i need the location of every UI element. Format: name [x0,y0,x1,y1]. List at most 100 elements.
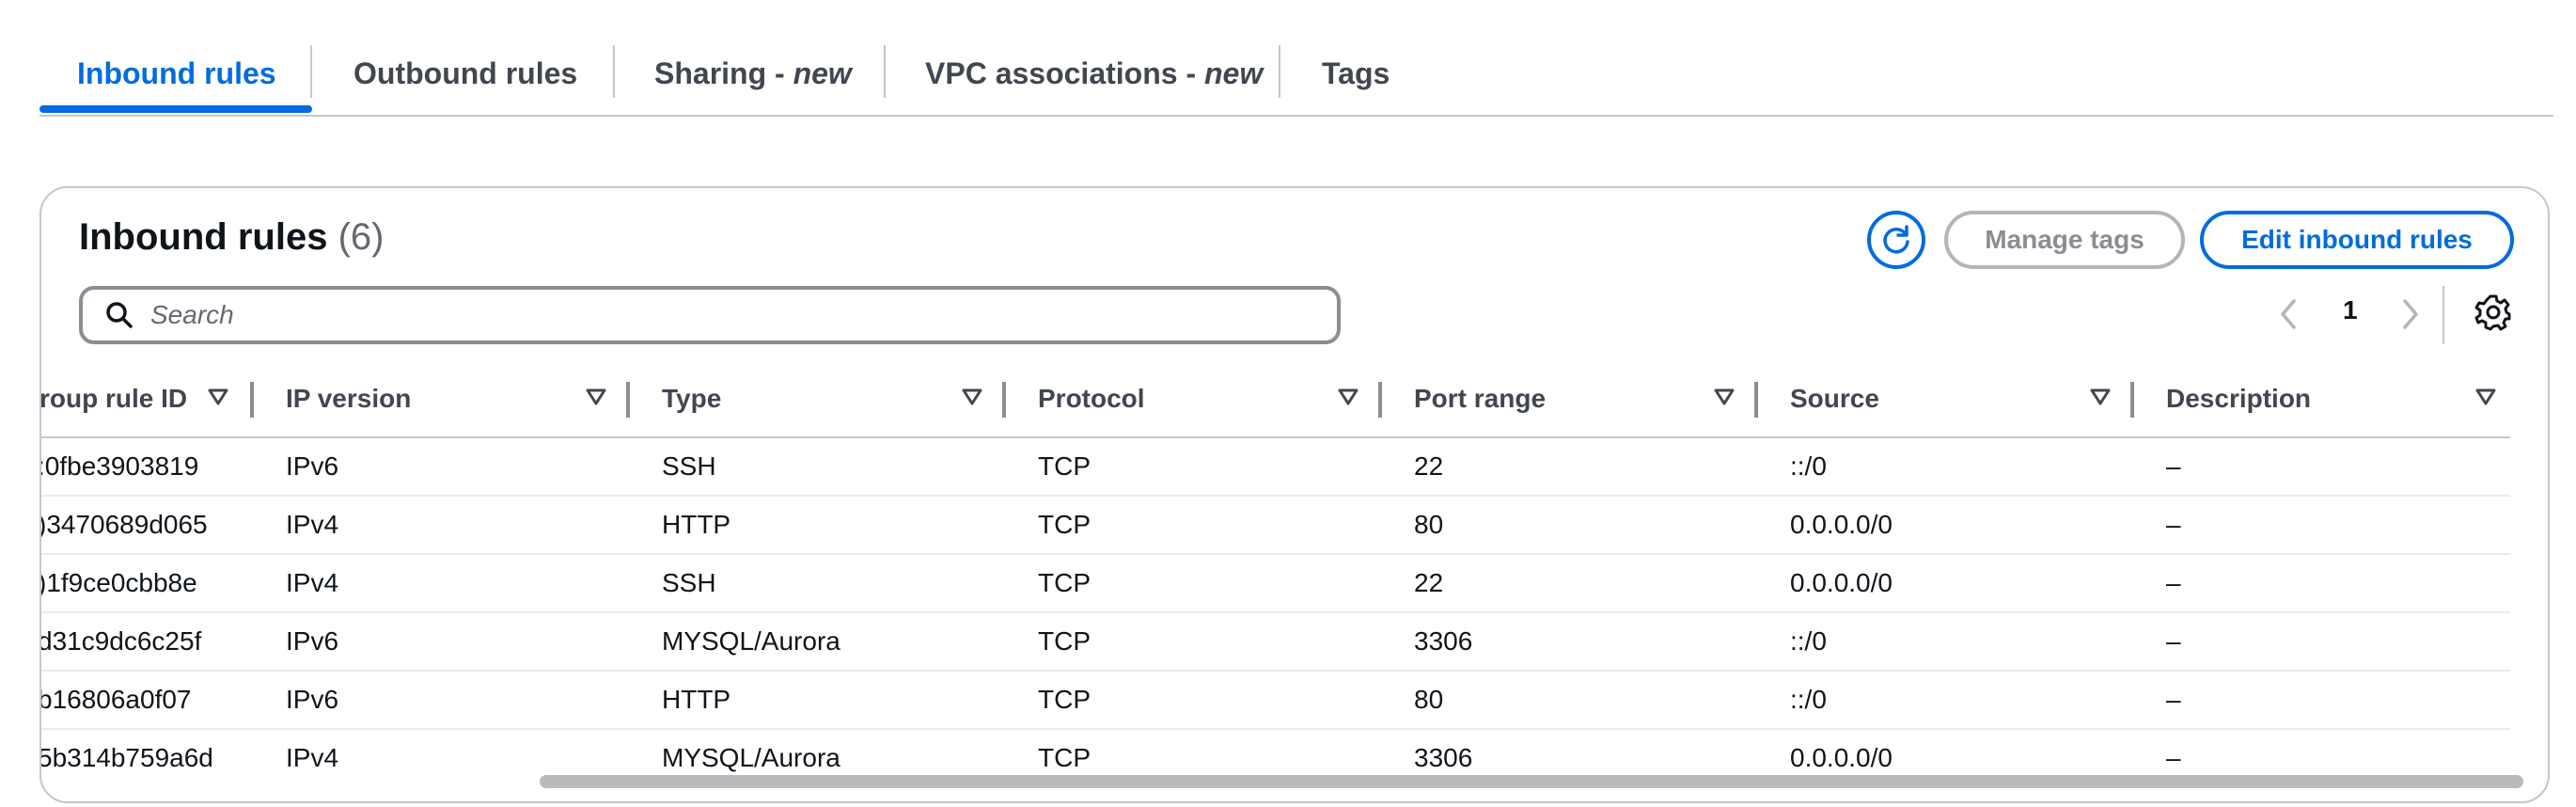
rules-table: roup rule ID IP version Type Protocol Po… [41,361,2510,786]
protocol-cell: TCP [1038,451,1091,481]
column-resizer[interactable] [250,382,254,418]
port-range-cell: 22 [1414,451,1444,481]
tab-sharing[interactable]: Sharing - new [654,49,852,98]
tab-outbound-rules[interactable]: Outbound rules [353,49,577,98]
table-row[interactable]: b16806a0f07 IPv6 HTTP TCP 80 ::/0 – [41,672,2510,730]
horizontal-scrollbar[interactable] [540,775,2523,788]
sort-icon[interactable] [1713,388,1736,406]
sort-icon[interactable] [585,388,607,406]
column-header-description[interactable]: Description [2166,361,2311,436]
source-cell: 0.0.0.0/0 [1790,568,1893,597]
sort-icon[interactable] [1337,388,1359,406]
column-resizer[interactable] [1002,382,1006,418]
tab-label: Sharing - [654,56,793,90]
tab-new-badge: new [793,56,852,90]
tab-inbound-rules[interactable]: Inbound rules [77,49,276,98]
tab-divider [884,45,886,98]
table-row[interactable]: )3470689d065 IPv4 HTTP TCP 80 0.0.0.0/0 … [41,497,2510,555]
search-field [79,286,1341,344]
search-icon [106,302,133,328]
port-range-cell: 22 [1414,568,1444,597]
sort-icon[interactable] [2474,388,2497,406]
sort-icon[interactable] [961,388,983,406]
table-row[interactable]: :0fbe3903819 IPv6 SSH TCP 22 ::/0 – [41,438,2510,497]
column-resizer[interactable] [1754,382,1758,418]
sort-icon[interactable] [207,388,229,406]
type-cell: HTTP [662,510,731,539]
page-number[interactable]: 1 [2343,295,2358,325]
protocol-cell: TCP [1038,510,1091,539]
description-cell: – [2166,626,2181,656]
port-range-cell: 3306 [1414,626,1473,656]
table-header: roup rule ID IP version Type Protocol Po… [41,361,2510,438]
port-range-cell: 80 [1414,510,1444,539]
table-row[interactable]: d31c9dc6c25f IPv6 MYSQL/Aurora TCP 3306 … [41,613,2510,672]
sort-icon[interactable] [2089,388,2112,406]
pagination-divider [2442,286,2444,344]
source-cell: 0.0.0.0/0 [1790,510,1893,539]
tab-label: Tags [1322,56,1390,90]
ip-version-cell: IPv6 [286,685,339,714]
rule-id-cell: b16806a0f07 [39,685,192,714]
column-resizer[interactable] [626,382,630,418]
source-cell: ::/0 [1790,685,1827,714]
manage-tags-button[interactable]: Manage tags [1944,211,2185,269]
column-header-source[interactable]: Source [1790,361,1879,436]
source-cell: ::/0 [1790,626,1827,656]
active-tab-indicator [39,105,312,113]
description-cell: – [2166,451,2181,481]
search-input[interactable] [149,299,1280,331]
ip-version-cell: IPv6 [286,626,339,656]
description-cell: – [2166,510,2181,539]
description-cell: – [2166,685,2181,714]
ip-version-cell: IPv6 [286,451,339,481]
tab-divider [1279,45,1280,98]
tab-label: VPC associations - [925,56,1204,90]
refresh-button[interactable] [1867,211,1925,269]
rule-id-cell: d31c9dc6c25f [39,626,202,656]
source-cell: ::/0 [1790,451,1827,481]
chevron-right-icon[interactable] [2399,297,2422,331]
tab-tags[interactable]: Tags [1322,49,1390,98]
tab-label: Outbound rules [353,56,578,90]
type-cell: HTTP [662,685,731,714]
chevron-left-icon[interactable] [2277,297,2300,331]
description-cell: – [2166,568,2181,597]
tab-new-badge: new [1203,56,1264,90]
inbound-rules-panel: Inbound rules (6) Manage tags Edit inbou… [39,186,2550,803]
protocol-cell: TCP [1038,626,1091,656]
rule-id-cell: )1f9ce0cbb8e [39,568,197,597]
tab-vpc-associations[interactable]: VPC associations - new [925,49,1263,98]
panel-title-text: Inbound rules [79,216,328,258]
tab-divider [310,45,312,98]
tab-divider [613,45,615,98]
protocol-cell: TCP [1038,685,1091,714]
ip-version-cell: IPv4 [286,568,339,597]
type-cell: SSH [662,568,716,597]
column-header-protocol[interactable]: Protocol [1038,361,1145,436]
tab-bar-border [39,115,2553,117]
rule-count: (6) [338,216,385,258]
tab-bar: Inbound rules Outbound rules Sharing - n… [39,0,2553,117]
tab-label: Inbound rules [77,56,276,90]
panel-title: Inbound rules (6) [79,216,384,259]
column-resizer[interactable] [2130,382,2134,418]
column-header-ip-version[interactable]: IP version [286,361,411,436]
type-cell: MYSQL/Aurora [662,626,840,656]
table-row[interactable]: )1f9ce0cbb8e IPv4 SSH TCP 22 0.0.0.0/0 – [41,555,2510,613]
column-header-rule-id[interactable]: roup rule ID [41,361,187,436]
port-range-cell: 80 [1414,685,1444,714]
rule-id-cell: :0fbe3903819 [39,451,199,481]
refresh-icon [1883,225,1909,254]
protocol-cell: TCP [1038,568,1091,597]
column-header-type[interactable]: Type [662,361,721,436]
ip-version-cell: IPv4 [286,743,339,772]
ip-version-cell: IPv4 [286,510,339,539]
edit-inbound-rules-button[interactable]: Edit inbound rules [2200,211,2514,269]
gear-icon[interactable] [2474,293,2512,331]
column-resizer[interactable] [1378,382,1382,418]
rule-id-cell: 5b314b759a6d [39,743,213,772]
rule-id-cell: )3470689d065 [39,510,208,539]
column-header-port-range[interactable]: Port range [1414,361,1546,436]
type-cell: SSH [662,451,716,481]
